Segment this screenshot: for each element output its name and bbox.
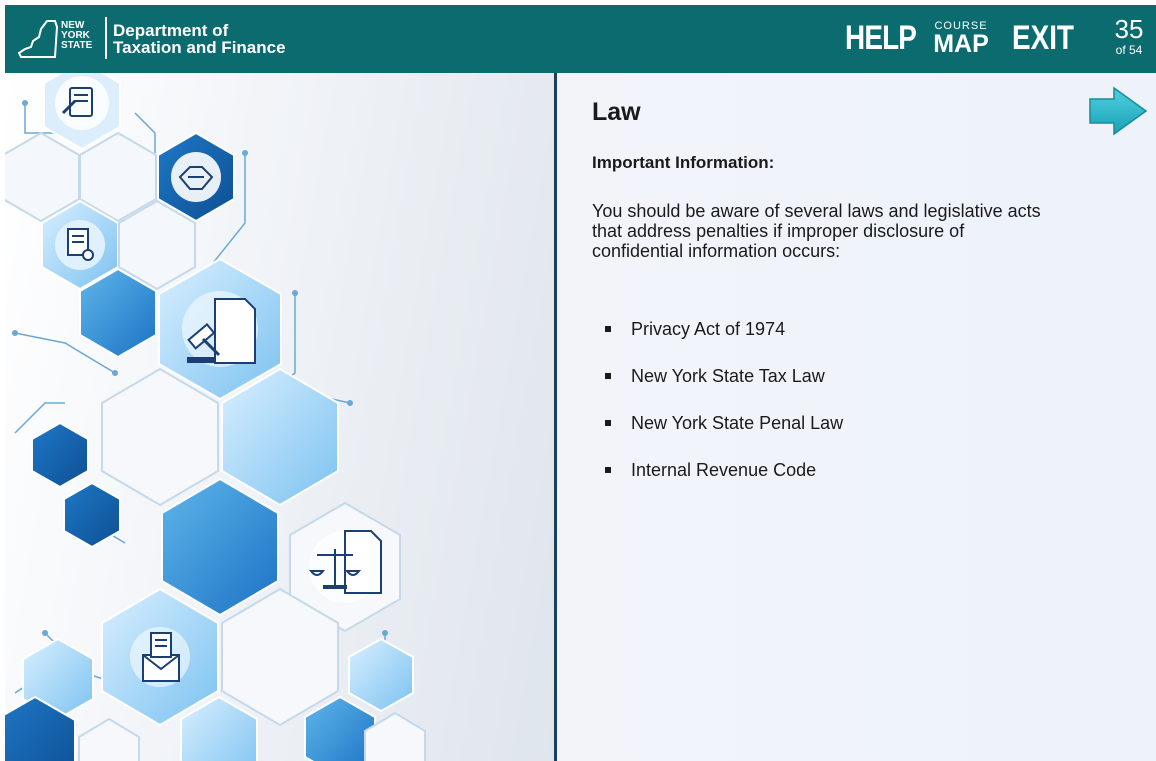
department-line-2: Taxation and Finance — [113, 38, 286, 57]
bullet-icon — [605, 373, 611, 379]
course-map-button[interactable]: COURSE MAP — [930, 20, 992, 58]
content-panel: Law Important Information: You should be… — [557, 73, 1156, 761]
law-list: Privacy Act of 1974 New York State Tax L… — [592, 319, 843, 507]
bullet-icon — [605, 467, 611, 473]
subheading: Important Information: — [592, 153, 775, 172]
logo-divider — [105, 17, 107, 59]
list-item-text: New York State Penal Law — [631, 413, 844, 433]
page-counter: 35 of 54 — [1103, 15, 1155, 57]
page-total: of 54 — [1115, 43, 1143, 57]
help-button[interactable]: HELP — [845, 21, 917, 55]
certificate-icon — [55, 220, 105, 270]
page-current: 35 — [1114, 14, 1144, 44]
nys-logo: NEW YORK STATE — [17, 17, 109, 61]
list-item: New York State Penal Law — [592, 413, 843, 460]
intro-paragraph: You should be aware of several laws and … — [592, 201, 1041, 261]
list-item: Internal Revenue Code — [592, 460, 843, 507]
list-item-text: New York State Tax Law — [631, 366, 825, 386]
list-item: Privacy Act of 1974 — [592, 319, 843, 366]
arrow-right-icon — [1089, 86, 1148, 136]
logo-line-3: STATE — [61, 40, 93, 51]
page-title: Law — [592, 98, 641, 126]
department-line-1: Department of — [113, 21, 229, 40]
mail-icon — [130, 627, 190, 687]
course-map-big-label: MAP — [933, 30, 989, 58]
scales-icon — [308, 530, 382, 603]
gavel-icon — [182, 291, 258, 367]
next-page-button[interactable] — [1088, 86, 1150, 136]
exit-button[interactable]: EXIT — [1012, 21, 1074, 55]
list-item: New York State Tax Law — [592, 366, 843, 413]
document-pen-icon — [55, 76, 109, 130]
list-item-text: Privacy Act of 1974 — [631, 319, 786, 339]
handshake-icon — [171, 152, 221, 202]
bullet-icon — [605, 326, 611, 332]
top-banner: NEW YORK STATE Department of Taxation an… — [5, 5, 1156, 73]
list-item-text: Internal Revenue Code — [631, 460, 817, 480]
bullet-icon — [605, 420, 611, 426]
hexagon-illustration — [5, 73, 554, 761]
department-name: Department of Taxation and Finance — [113, 22, 286, 56]
